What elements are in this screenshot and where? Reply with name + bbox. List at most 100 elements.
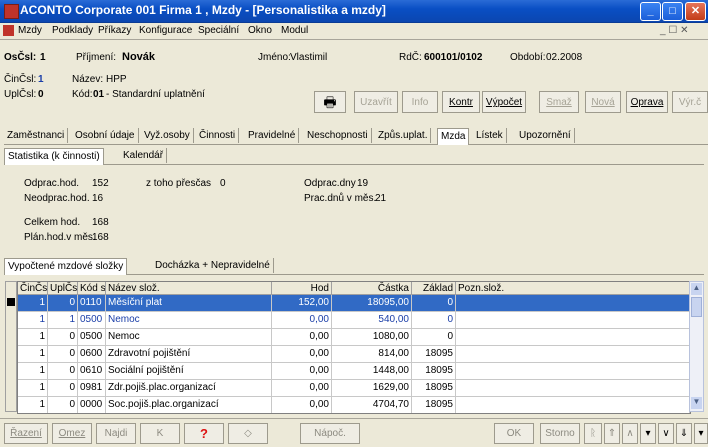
- col-pozn-cell[interactable]: [456, 397, 690, 413]
- col-cincsl-cell[interactable]: 1: [18, 329, 48, 346]
- col-nazev-cell[interactable]: Sociální pojištění: [106, 363, 272, 380]
- grid-scrollbar[interactable]: ▲ ▼: [689, 281, 704, 412]
- col-kod-cell[interactable]: 0610: [78, 363, 106, 380]
- col-hod-cell[interactable]: 0,00: [272, 380, 332, 397]
- razeni-button[interactable]: Řazení: [4, 423, 48, 444]
- col-pozn-header[interactable]: Pozn.slož.: [456, 282, 690, 295]
- col-uplcsl-cell[interactable]: 0: [48, 329, 78, 346]
- first-icon[interactable]: ⇑: [604, 423, 620, 444]
- table-row[interactable]: 1 0 0600 Zdravotní pojištění 0,00 814,00 18095: [18, 346, 690, 363]
- scroll-down-icon[interactable]: ▼: [691, 397, 702, 409]
- col-uplcsl-cell[interactable]: 1: [48, 312, 78, 329]
- col-cincsl-cell[interactable]: 1: [18, 346, 48, 363]
- tab-zamestnanci[interactable]: Zaměstnanci: [4, 128, 69, 143]
- col-castka-cell[interactable]: 814,00: [332, 346, 412, 363]
- vyr-button[interactable]: Výr.č: [672, 91, 708, 113]
- print-button[interactable]: 🖶: [314, 91, 346, 113]
- end-icon[interactable]: ▾: [694, 423, 708, 444]
- col-pozn-cell[interactable]: [456, 346, 690, 363]
- minimize-button[interactable]: _: [640, 2, 661, 21]
- col-pozn-cell[interactable]: [456, 329, 690, 346]
- menu-mzdy[interactable]: Mzdy: [18, 25, 42, 36]
- col-zaklad-cell[interactable]: 0: [412, 329, 456, 346]
- col-castka-cell[interactable]: 1629,00: [332, 380, 412, 397]
- k-button[interactable]: K: [140, 423, 180, 444]
- col-kod-cell[interactable]: 0110: [78, 295, 106, 312]
- col-nazev-header[interactable]: Název slož.: [106, 282, 272, 295]
- menu-specialni[interactable]: Speciální: [198, 25, 239, 36]
- filter-icon[interactable]: ᚱ: [584, 423, 602, 444]
- col-nazev-cell[interactable]: Nemoc: [106, 312, 272, 329]
- col-nazev-cell[interactable]: Zdravotní pojištění: [106, 346, 272, 363]
- tab-neschopnosti[interactable]: Neschopnosti: [304, 128, 372, 143]
- col-kod-header[interactable]: Kód slo: [78, 282, 106, 295]
- col-hod-cell[interactable]: 152,00: [272, 295, 332, 312]
- col-uplcsl-cell[interactable]: 0: [48, 346, 78, 363]
- col-cincsl-header[interactable]: ČinČsl: [18, 282, 48, 295]
- maximize-button[interactable]: □: [662, 2, 683, 21]
- col-zaklad-cell[interactable]: 18095: [412, 363, 456, 380]
- col-uplcsl-header[interactable]: UplČsl: [48, 282, 78, 295]
- next-page-icon[interactable]: ∨: [658, 423, 674, 444]
- col-uplcsl-cell[interactable]: 0: [48, 380, 78, 397]
- table-row[interactable]: 1 1 0500 Nemoc 0,00 540,00 0: [18, 312, 690, 329]
- menu-okno[interactable]: Okno: [248, 25, 272, 36]
- title-bar[interactable]: ACONTO Corporate 001 Firma 1 , Mzdy - [P…: [0, 0, 708, 23]
- table-row[interactable]: 1 0 0110 Měsíční plat 152,00 18095,00 0: [18, 295, 690, 312]
- last-icon[interactable]: ⇓: [676, 423, 692, 444]
- tab-upozorneni[interactable]: Upozornění: [516, 128, 575, 143]
- tab-mzda[interactable]: Mzda: [437, 128, 470, 145]
- table-row[interactable]: 1 0 0000 Soc.pojiš.plac.organizací 0,00 4704,…: [18, 397, 690, 413]
- napoc-button[interactable]: Nápoč.: [300, 423, 360, 444]
- col-castka-cell[interactable]: 1448,00: [332, 363, 412, 380]
- col-pozn-cell[interactable]: [456, 312, 690, 329]
- tab-kalendar[interactable]: Kalendář: [120, 148, 168, 163]
- tab-zpus-uplat[interactable]: Způs.uplat.: [375, 128, 432, 143]
- smaz-button[interactable]: Smaž: [539, 91, 579, 113]
- col-zaklad-cell[interactable]: 18095: [412, 380, 456, 397]
- menu-konfigurace[interactable]: Konfigurace: [139, 25, 192, 36]
- table-row[interactable]: 1 0 0610 Sociální pojištění 0,00 1448,00 18095: [18, 363, 690, 380]
- tab-statistika[interactable]: Statistika (k činnosti): [4, 148, 104, 165]
- col-kod-cell[interactable]: 0000: [78, 397, 106, 413]
- tab-vypoctene-slozky[interactable]: Vypočtené mzdové složky: [4, 258, 128, 275]
- col-castka-cell[interactable]: 540,00: [332, 312, 412, 329]
- col-zaklad-header[interactable]: Základ: [412, 282, 456, 295]
- salary-items-grid[interactable]: ČinČslUplČslKód sloNázev slož.HodČástkaZ…: [17, 281, 691, 414]
- nova-button[interactable]: Nová: [585, 91, 621, 113]
- col-hod-header[interactable]: Hod: [272, 282, 332, 295]
- col-kod-cell[interactable]: 0981: [78, 380, 106, 397]
- table-row[interactable]: 1 0 0500 Nemoc 0,00 1080,00 0: [18, 329, 690, 346]
- tab-dochazka[interactable]: Docházka + Nepravidelné: [152, 258, 274, 273]
- mdi-controls[interactable]: _ ☐ ✕: [660, 25, 688, 36]
- col-cincsl-cell[interactable]: 1: [18, 312, 48, 329]
- vypocet-button[interactable]: Výpočet: [482, 91, 526, 113]
- col-uplcsl-cell[interactable]: 0: [48, 295, 78, 312]
- col-nazev-cell[interactable]: Měsíční plat: [106, 295, 272, 312]
- storno-button[interactable]: Storno: [540, 423, 580, 444]
- col-pozn-cell[interactable]: [456, 363, 690, 380]
- col-cincsl-cell[interactable]: 1: [18, 295, 48, 312]
- tab-vyz-osoby[interactable]: Vyž.osoby: [141, 128, 194, 143]
- col-uplcsl-cell[interactable]: 0: [48, 397, 78, 413]
- oprava-button[interactable]: Oprava: [626, 91, 668, 113]
- col-hod-cell[interactable]: 0,00: [272, 363, 332, 380]
- col-uplcsl-cell[interactable]: 0: [48, 363, 78, 380]
- col-cincsl-cell[interactable]: 1: [18, 397, 48, 413]
- menu-podklady[interactable]: Podklady: [52, 25, 93, 36]
- tab-cinnosti[interactable]: Činnosti: [196, 128, 240, 143]
- col-zaklad-cell[interactable]: 0: [412, 295, 456, 312]
- help-button[interactable]: ?: [184, 423, 224, 444]
- kontr-button[interactable]: Kontr: [442, 91, 480, 113]
- col-castka-cell[interactable]: 1080,00: [332, 329, 412, 346]
- col-kod-cell[interactable]: 0500: [78, 329, 106, 346]
- scroll-up-icon[interactable]: ▲: [691, 283, 702, 295]
- col-castka-cell[interactable]: 4704,70: [332, 397, 412, 413]
- col-zaklad-cell[interactable]: 18095: [412, 346, 456, 363]
- menu-prikazy[interactable]: Příkazy: [98, 25, 131, 36]
- pin-button[interactable]: ◇: [228, 423, 268, 444]
- col-cincsl-cell[interactable]: 1: [18, 380, 48, 397]
- omez-button[interactable]: Omez: [52, 423, 92, 444]
- col-hod-cell[interactable]: 0,00: [272, 397, 332, 413]
- ok-button[interactable]: OK: [494, 423, 534, 444]
